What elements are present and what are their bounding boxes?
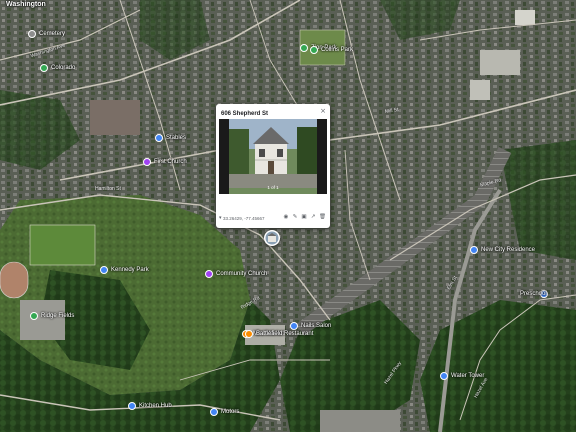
poi-label[interactable]: Water Tower — [451, 373, 484, 380]
poi-label[interactable]: Preschool — [520, 291, 547, 298]
poi-pin[interactable] — [155, 134, 163, 142]
poi-label[interactable]: Community Church — [216, 271, 267, 278]
poi-pin[interactable] — [290, 322, 298, 330]
poi-pin[interactable] — [440, 372, 448, 380]
poi-label[interactable]: Battlefield Restaurant — [256, 331, 313, 338]
location-marker[interactable] — [264, 230, 280, 246]
house-photo-illustration — [229, 119, 317, 194]
location-photo[interactable]: 1 of 1 — [219, 119, 327, 194]
poi-label[interactable]: Colorado — [51, 65, 75, 72]
poi-label[interactable]: First Church — [154, 159, 187, 166]
poi-pin[interactable] — [300, 44, 308, 52]
poi-pin[interactable] — [40, 64, 48, 72]
camera-icon[interactable]: ◉ — [283, 214, 289, 220]
poi-pin[interactable] — [245, 330, 253, 338]
poi-pin[interactable] — [143, 158, 151, 166]
location-info-card[interactable]: 606 Shepherd St × 1 of 1 ▾ 33.26429, -77… — [216, 104, 330, 228]
poi-label[interactable]: Kitchen Hub — [139, 403, 172, 410]
poi-label[interactable]: Stables — [166, 135, 186, 142]
poi-label[interactable]: Motors — [221, 409, 239, 416]
poi-label[interactable]: Nails Salon — [301, 323, 331, 330]
pencil-icon[interactable]: ✎ — [292, 214, 298, 220]
delete-icon[interactable]: 🗑 — [319, 214, 326, 220]
poi-pin[interactable] — [470, 246, 478, 254]
coordinates-text: 33.26429, -77.45667 — [223, 216, 265, 221]
share-icon[interactable]: ↗ — [310, 214, 316, 220]
place-label-washington: Washington — [6, 1, 46, 8]
poi-pin[interactable] — [205, 270, 213, 278]
poi-pin[interactable] — [128, 402, 136, 410]
poi-pin[interactable] — [210, 408, 218, 416]
photo-icon[interactable]: ▣ — [301, 214, 307, 220]
poi-pin[interactable] — [28, 30, 36, 38]
poi-label[interactable]: Cemetery — [39, 31, 65, 38]
poi-label[interactable]: Kennedy Park — [111, 267, 149, 274]
poi-pin[interactable] — [310, 46, 318, 54]
card-title: 606 Shepherd St — [221, 111, 269, 117]
poi-label[interactable]: Collins Park — [321, 47, 353, 54]
street-label: Hamilton St — [95, 186, 121, 192]
close-icon[interactable]: × — [320, 108, 326, 115]
poi-pin[interactable] — [30, 312, 38, 320]
marker-photo-thumbnail — [265, 231, 279, 245]
poi-label[interactable]: New City Residence — [481, 247, 535, 254]
poi-pin[interactable] — [100, 266, 108, 274]
photo-counter: 1 of 1 — [267, 185, 279, 190]
poi-label[interactable]: Ridge Fields — [41, 313, 74, 320]
